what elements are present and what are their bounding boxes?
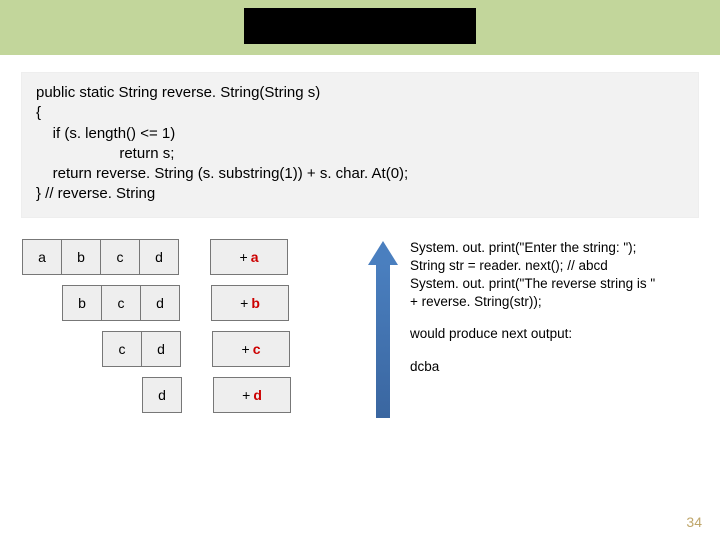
grid-row: a b c d + a: [22, 239, 362, 275]
code-line: String str = reader. next(); // abcd: [410, 257, 698, 275]
grid-cell: c: [102, 331, 142, 367]
code-line: {: [36, 103, 684, 123]
grid-cell: d: [141, 331, 181, 367]
grid-cell: a: [22, 239, 62, 275]
plus-prefix: +: [242, 341, 250, 357]
output-result: dcba: [410, 358, 698, 376]
page-number: 34: [686, 514, 702, 530]
plus-prefix: +: [242, 387, 250, 403]
grid-cell: b: [61, 239, 101, 275]
code-line: public static String reverse. String(Str…: [36, 83, 684, 103]
code-line: return reverse. String (s. substring(1))…: [36, 164, 684, 184]
plus-prefix: +: [240, 295, 248, 311]
code-line: + reverse. String(str));: [410, 293, 698, 311]
title-bar: Reverse a string: [0, 0, 720, 55]
grid-cell: d: [142, 377, 182, 413]
grid-cell: b: [62, 285, 102, 321]
grid-row: b c d + b: [22, 285, 362, 321]
grid-spacer: [22, 377, 62, 413]
grid-cell: d: [140, 285, 180, 321]
code-line: if (s. length() <= 1): [36, 124, 684, 144]
plus-letter: b: [251, 295, 260, 311]
code-line: return s;: [36, 144, 684, 164]
recursion-grid: a b c d + a b c d + b: [22, 239, 362, 413]
grid-spacer: [22, 331, 62, 367]
grid-cell: c: [100, 239, 140, 275]
plus-prefix: +: [240, 249, 248, 265]
grid-cell: c: [101, 285, 141, 321]
plus-cell: + c: [212, 331, 290, 367]
code-line: } // reverse. String: [36, 184, 684, 204]
plus-letter: d: [253, 387, 262, 403]
grid-spacer: [62, 331, 102, 367]
code-line: System. out. print("Enter the string: ")…: [410, 239, 698, 257]
code-line: System. out. print("The reverse string i…: [410, 275, 698, 293]
output-caption: would produce next output:: [410, 325, 698, 343]
plus-cell: + a: [210, 239, 288, 275]
grid-spacer: [22, 285, 62, 321]
plus-cell: + b: [211, 285, 289, 321]
plus-cell: + d: [213, 377, 291, 413]
output-block: System. out. print("Enter the string: ")…: [404, 239, 698, 423]
grid-row: d + d: [22, 377, 362, 413]
grid-spacer: [62, 377, 102, 413]
grid-spacer: [102, 377, 142, 413]
up-arrow-icon: [368, 241, 398, 416]
grid-row: c d + c: [22, 331, 362, 367]
plus-letter: a: [251, 249, 259, 265]
grid-cell: d: [139, 239, 179, 275]
page-title: Reverse a string: [244, 8, 477, 44]
code-block: public static String reverse. String(Str…: [22, 73, 698, 217]
plus-letter: c: [253, 341, 261, 357]
